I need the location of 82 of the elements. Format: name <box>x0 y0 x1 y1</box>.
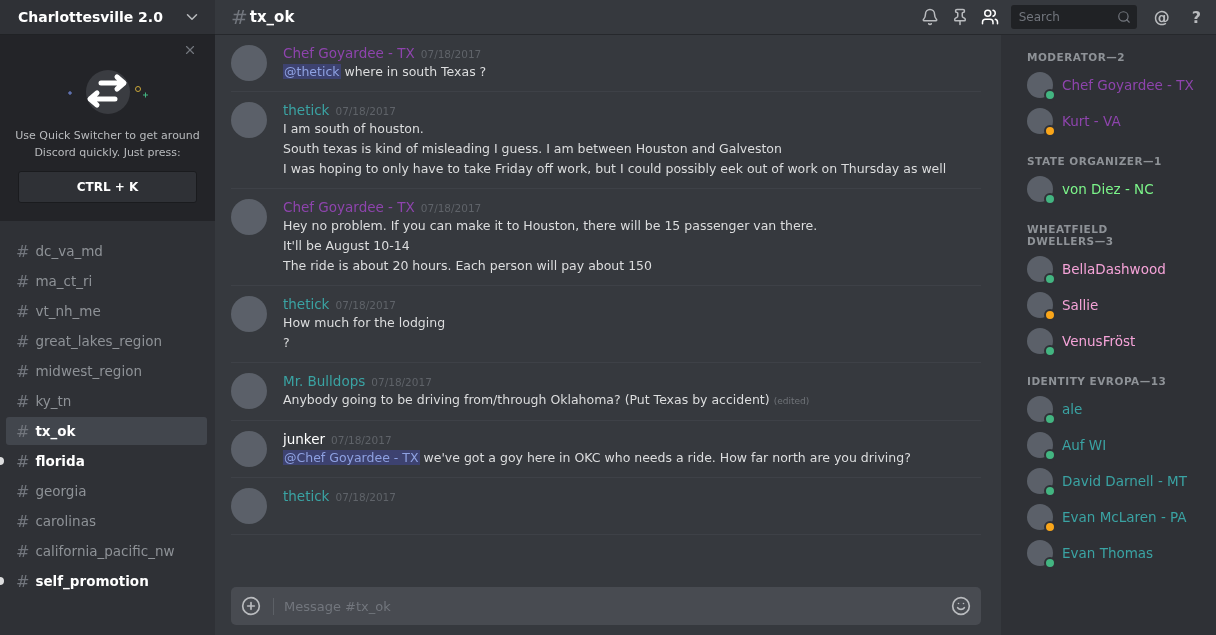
member-name[interactable]: BellaDashwood <box>1062 261 1166 277</box>
quick-switcher-text: Use Quick Switcher to get around Discord quickly. Just press: <box>14 128 201 161</box>
member-name[interactable]: David Darnell - MT <box>1062 473 1187 489</box>
channel-item[interactable]: # midwest_region <box>6 357 207 385</box>
member-name[interactable]: Sallie <box>1062 297 1099 313</box>
search-icon <box>1116 10 1131 24</box>
message-text: The ride is about 20 hours. Each person will pay about 150 <box>283 257 654 275</box>
emoji-icon[interactable] <box>951 596 971 616</box>
message-text: ? <box>283 334 291 352</box>
hash-icon: # <box>16 301 30 321</box>
avatar[interactable] <box>1027 396 1053 422</box>
message-text: South texas is kind of misleading I guess. I am between Houston and Galveston <box>283 140 783 158</box>
member-group-title: MODERATOR—2 <box>1027 51 1127 63</box>
close-icon[interactable] <box>183 43 197 57</box>
member-group-title: WHEATFIELD DWELLERS—3 <box>1027 223 1115 247</box>
message-text: Hey no problem. If you can make it to Houston, there will be 15 passenger van there. <box>283 217 818 235</box>
hash-icon: # <box>16 451 30 471</box>
member-group-title: STATE ORGANIZER—1 <box>1027 155 1163 167</box>
avatar[interactable] <box>1027 432 1053 458</box>
mention-icon[interactable]: @ <box>1148 7 1175 27</box>
member-name[interactable]: Kurt - VA <box>1062 113 1121 129</box>
channel-item[interactable]: # tx_ok <box>6 417 207 445</box>
avatar[interactable] <box>1027 540 1053 566</box>
message-author[interactable]: thetick <box>283 296 330 312</box>
avatar[interactable] <box>1027 108 1053 134</box>
mention-link[interactable]: @thetick <box>283 64 341 79</box>
hash-icon: # <box>16 481 30 501</box>
message-text: @Chef Goyardee - TX we've got a goy here in OKC who needs a ride. How far north are you driving? <box>283 449 911 467</box>
member-group-title: IDENTITY EVROPA—13 <box>1027 375 1167 387</box>
avatar[interactable] <box>1027 468 1053 494</box>
channel-item[interactable]: # dc_va_md <box>6 237 207 265</box>
message-author[interactable]: thetick <box>283 102 330 118</box>
avatar[interactable] <box>1027 328 1053 354</box>
channel-item[interactable]: # ma_ct_ri <box>6 267 207 295</box>
message-text: I was hoping to only have to take Friday off work, but I could possibly eek out of work on Thursday as well <box>283 160 947 178</box>
message-author[interactable]: Mr. Bulldops <box>283 373 366 389</box>
channel-title: tx_ok <box>249 8 296 26</box>
member-name[interactable]: Chef Goyardee - TX <box>1062 77 1194 93</box>
search-field[interactable]: Search <box>1010 5 1137 29</box>
channel-item[interactable]: # ky_tn <box>6 387 207 415</box>
help-icon[interactable]: ? <box>1186 7 1206 27</box>
channel-item[interactable]: # vt_nh_me <box>6 297 207 325</box>
message-text: @thetick where in south Texas ? <box>283 63 487 81</box>
avatar[interactable] <box>1027 256 1053 282</box>
member-name[interactable]: von Diez - NC <box>1062 181 1154 197</box>
channel-item[interactable]: # self_promotion <box>6 567 207 595</box>
member-name[interactable]: Evan McLaren - PA <box>1062 509 1187 525</box>
channel-item[interactable]: # florida <box>6 447 207 475</box>
hash-icon: # <box>16 241 30 261</box>
server-name: Charlottesville 2.0 <box>18 9 163 25</box>
hash-icon: # <box>16 421 30 441</box>
channel-item[interactable]: # great_lakes_region <box>6 327 207 355</box>
members-icon[interactable] <box>980 8 999 26</box>
hash-icon: # <box>16 361 30 381</box>
member-name[interactable]: ale <box>1062 401 1083 417</box>
hash-icon: # <box>16 511 30 531</box>
hash-icon: # <box>16 571 30 591</box>
avatar[interactable] <box>1027 176 1053 202</box>
shortcut-button[interactable]: CTRL + K <box>18 171 197 203</box>
channel-item[interactable]: # california_pacific_nw <box>6 537 207 565</box>
message-author[interactable]: thetick <box>283 488 330 504</box>
member-name[interactable]: VenusFröst <box>1062 333 1136 349</box>
channel-item[interactable]: # georgia <box>6 477 207 505</box>
search-input[interactable]: Search <box>1016 9 1117 25</box>
member-name[interactable]: Auf WI <box>1062 437 1107 453</box>
avatar[interactable] <box>1027 292 1053 318</box>
upload-icon[interactable] <box>241 596 261 616</box>
avatar[interactable] <box>1027 72 1053 98</box>
message-text: I am south of houston. <box>283 120 425 138</box>
message-author[interactable]: junker <box>283 431 326 447</box>
member-name[interactable]: Evan Thomas <box>1062 545 1154 561</box>
avatar[interactable] <box>1027 504 1053 530</box>
mention-link[interactable]: @Chef Goyardee - TX <box>283 450 420 465</box>
hash-icon: # <box>16 391 30 411</box>
hash-icon: # <box>16 331 30 351</box>
bell-icon[interactable] <box>920 8 939 26</box>
message-text: It'll be August 10-14 <box>283 237 411 255</box>
hash-icon: # <box>231 5 248 29</box>
message-text: How much for the lodging <box>283 314 446 332</box>
hash-icon: # <box>16 271 30 291</box>
hash-icon: # <box>16 541 30 561</box>
channel-item[interactable]: # carolinas <box>6 507 207 535</box>
